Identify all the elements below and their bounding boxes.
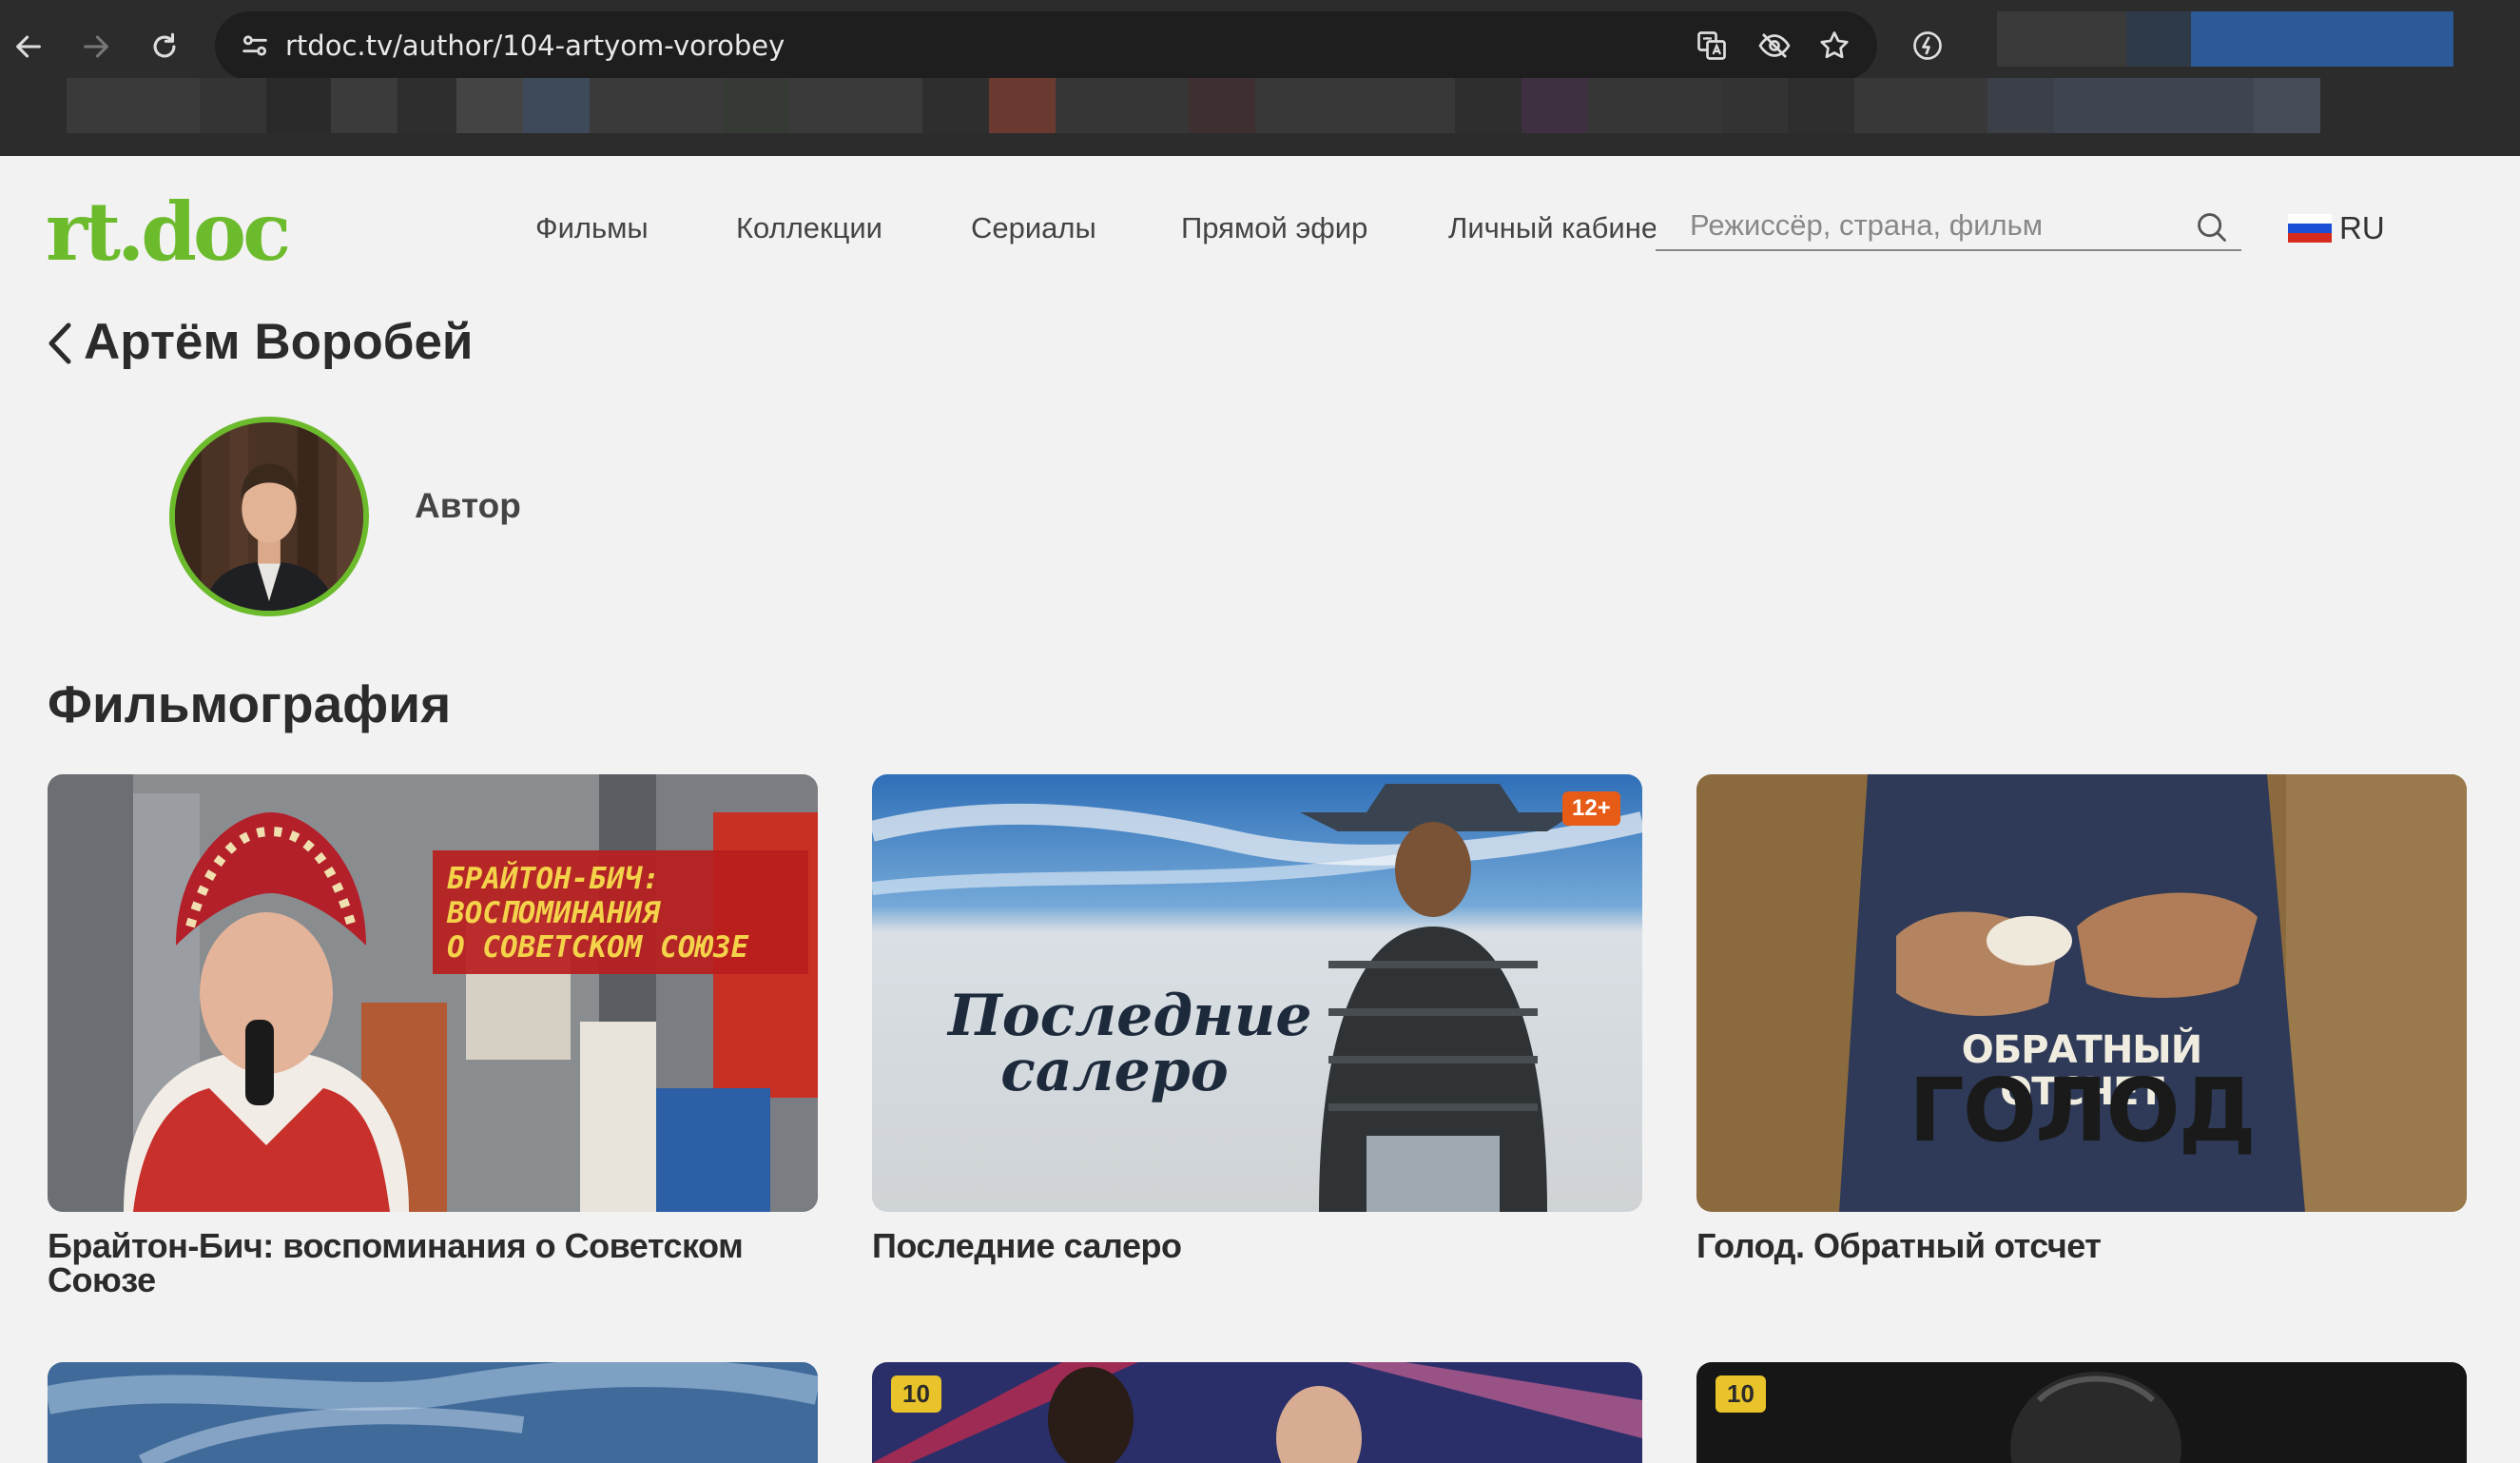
bookmark-star-icon[interactable]: [1815, 27, 1853, 65]
browser-chrome: rtdoc.tv/author/104-artyom-vorobey: [0, 0, 2520, 156]
film-poster[interactable]: 10: [1696, 1362, 2467, 1463]
film-poster[interactable]: [48, 1362, 818, 1463]
nav-collections[interactable]: Коллекции: [736, 207, 882, 249]
blurred-toolbar-area: [1997, 11, 2520, 135]
poster-line: О СОВЕТСКОМ СОЮЗЕ: [447, 930, 749, 965]
back-chevron-icon[interactable]: [46, 320, 74, 367]
film-title[interactable]: Голод. Обратный отсчет: [1696, 1229, 2467, 1263]
site-logo[interactable]: rt.doc: [46, 186, 291, 278]
page-title: Артём Воробей: [84, 314, 474, 370]
author-role: Автор: [415, 486, 521, 525]
search-box[interactable]: [1656, 202, 2241, 251]
poster-line: ГОЛОД: [1909, 1060, 2256, 1161]
back-arrow-icon[interactable]: [3, 21, 54, 72]
nav-account[interactable]: Личный кабинет: [1448, 207, 1656, 249]
nav-series[interactable]: Сериалы: [971, 207, 1096, 249]
filmography-heading: Фильмография: [48, 674, 452, 733]
language-label: RU: [2339, 210, 2385, 245]
poster-line: БРАЙТОН-БИЧ:: [447, 862, 660, 896]
forward-arrow-icon[interactable]: [70, 21, 122, 72]
film-title[interactable]: Последние салеро: [872, 1229, 1642, 1263]
film-poster[interactable]: ОБРАТНЫЙ ОТСЧЕТ ГОЛОД: [1696, 774, 2467, 1212]
search-icon[interactable]: [2194, 209, 2230, 245]
poster-line: ВОСПОМИНАНИЯ: [447, 896, 660, 930]
url-text[interactable]: rtdoc.tv/author/104-artyom-vorobey: [285, 11, 785, 80]
eye-off-icon[interactable]: [1755, 27, 1793, 65]
extension-icon[interactable]: [1905, 23, 1950, 68]
film-poster[interactable]: БРАЙТОН-БИЧ: ВОСПОМИНАНИЯ О СОВЕТСКОМ СО…: [48, 774, 818, 1212]
film-title[interactable]: Брайтон-Бич: воспоминания о Советском Со…: [48, 1229, 818, 1297]
poster-line: Последние: [948, 983, 1312, 1049]
film-poster[interactable]: 10: [872, 1362, 1642, 1463]
rating-badge: 10: [891, 1375, 941, 1413]
translate-icon[interactable]: [1693, 27, 1731, 65]
reload-icon[interactable]: [139, 21, 190, 72]
rating-badge: 10: [1716, 1375, 1766, 1413]
poster-line: салеро: [1000, 1038, 1229, 1104]
russia-flag-icon: [2288, 214, 2332, 243]
age-rating-badge: 12+: [1562, 791, 1620, 826]
address-bar[interactable]: rtdoc.tv/author/104-artyom-vorobey: [215, 11, 1877, 80]
site-info-icon[interactable]: [232, 23, 278, 68]
nav-films[interactable]: Фильмы: [535, 207, 649, 249]
author-avatar: [169, 417, 369, 616]
nav-live[interactable]: Прямой эфир: [1181, 207, 1367, 249]
language-switcher[interactable]: RU: [2288, 207, 2385, 249]
search-input[interactable]: [1656, 202, 2169, 249]
film-poster[interactable]: Последние салеро 12+: [872, 774, 1642, 1212]
